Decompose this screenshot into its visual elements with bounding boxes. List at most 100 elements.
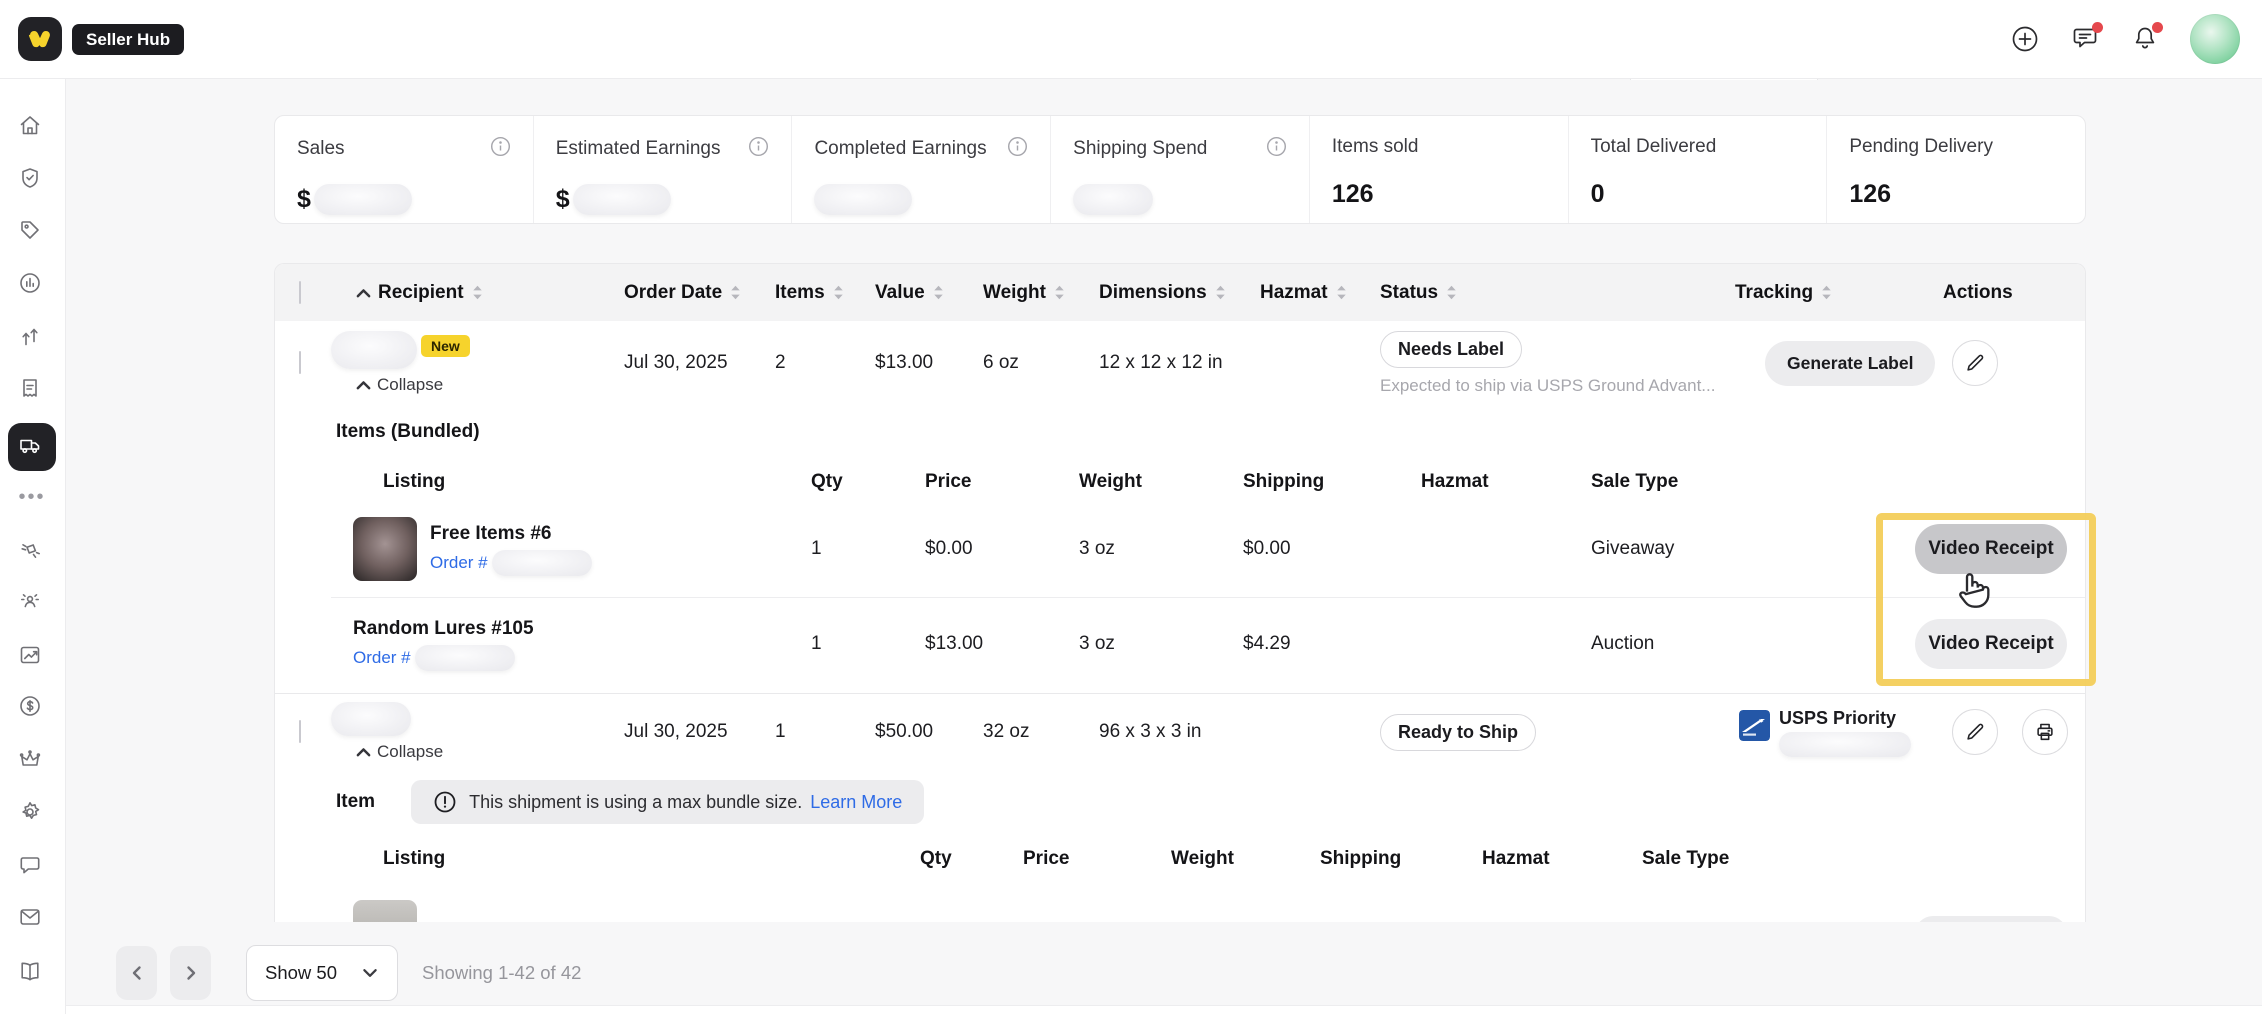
sidebar-item-trust[interactable] [18,166,46,194]
prev-page-button[interactable] [116,946,157,1000]
stat-shipping-spend: Shipping Spend [1051,116,1310,223]
col-dimensions[interactable]: Dimensions [1099,282,1207,304]
sort-icon[interactable] [471,283,484,302]
sidebar-item-boost[interactable] [18,324,46,352]
topbar-actions [2010,0,2262,78]
page-size-select[interactable]: Show 50 [246,945,398,1001]
stat-pending-delivery: Pending Delivery 126 [1827,116,2085,223]
collapse-toggle[interactable]: Collapse [331,742,624,762]
analytics-icon [18,271,46,299]
order-weight: 32 oz [983,721,1099,743]
item-sale-type: Auction [1591,633,1915,655]
pagination-bar: Show 50 Showing 1-42 of 42 [116,944,581,1002]
item-shipping: $0.00 [1243,538,1421,560]
sidebar-item-chat[interactable] [18,853,46,881]
col-sale-type: Sale Type [1642,848,1915,870]
col-tracking[interactable]: Tracking [1735,282,1813,304]
select-all-checkbox[interactable] [299,281,301,304]
generate-label-button[interactable]: Generate Label [1765,341,1935,386]
notifications-button[interactable] [2130,24,2160,54]
col-hazmat: Hazmat [1482,848,1642,870]
video-receipt-button[interactable]: Video Receipt [1915,524,2067,574]
sidebar-item-rewards[interactable] [18,747,46,775]
stat-estimated-earnings: Estimated Earnings $ [534,116,793,223]
col-recipient[interactable]: Recipient [378,282,464,304]
messages-button[interactable] [2070,24,2100,54]
sidebar-item-settings[interactable] [18,800,46,828]
recipient-redacted [331,331,417,369]
info-icon[interactable] [490,136,511,162]
sidebar-item-payments[interactable] [18,694,46,722]
pencil-icon [1964,352,1986,374]
pencil-icon [1964,721,1986,743]
sidebar-item-listings[interactable] [18,218,46,246]
col-items[interactable]: Items [775,282,825,304]
stats-summary-bar: Sales $ Estimated Earnings $ Completed E… [274,115,2086,224]
create-button[interactable] [2010,24,2040,54]
sidebar-item-mail[interactable] [18,905,46,933]
sidebar-item-home[interactable] [18,113,46,141]
order-number-link[interactable]: Order # [430,553,488,573]
profile-avatar[interactable] [2190,14,2240,64]
col-weight[interactable]: Weight [983,282,1046,304]
sort-icon[interactable] [729,283,742,302]
video-receipt-button-partial[interactable] [1915,916,2067,922]
item-qty: 1 [811,538,925,560]
row-checkbox[interactable] [299,351,301,374]
sidebar-item-packages[interactable] [18,539,46,567]
sort-icon[interactable] [1053,283,1066,302]
collapse-all-control[interactable] [356,282,371,304]
whatnot-logo[interactable] [18,17,62,61]
col-qty: Qty [920,848,1023,870]
order-items: 1 [775,721,875,743]
more-ellipsis-icon: ••• [18,486,45,508]
sidebar-item-guide[interactable] [18,959,46,987]
sidebar-item-community[interactable] [18,589,46,617]
col-value[interactable]: Value [875,282,925,304]
boost-arrows-icon [18,324,46,352]
sort-icon[interactable] [1445,283,1458,302]
sidebar-item-orders[interactable] [18,376,46,404]
sidebar-item-analytics[interactable] [18,271,46,299]
col-status[interactable]: Status [1380,282,1438,304]
package-icon [18,539,46,567]
print-button[interactable] [2022,709,2068,755]
edit-button[interactable] [1952,340,1998,386]
stat-value-prefix: $ [556,185,570,214]
stat-label: Items sold [1332,136,1419,158]
learn-more-link[interactable]: Learn More [810,792,902,813]
col-order-date[interactable]: Order Date [624,282,722,304]
stat-value: 126 [1849,180,2063,209]
col-hazmat[interactable]: Hazmat [1260,282,1328,304]
order-items: 2 [775,352,875,374]
sidebar-item-shipments[interactable] [8,423,56,471]
sort-icon[interactable] [832,283,845,302]
bundled-items-section-2: Item This shipment is using a max bundle… [275,770,2085,922]
sort-icon[interactable] [932,283,945,302]
listing-title: Free Items #6 [430,523,592,545]
stat-label: Sales [297,138,345,160]
collapse-toggle[interactable]: Collapse [331,375,624,395]
row-checkbox[interactable] [299,720,301,743]
printer-icon [2034,721,2056,743]
next-page-button[interactable] [170,946,211,1000]
info-icon[interactable] [748,136,769,162]
edit-button[interactable] [1952,709,1998,755]
col-sale-type: Sale Type [1591,471,1915,493]
plus-circle-icon [2010,24,2040,54]
video-receipt-button[interactable]: Video Receipt [1915,619,2067,669]
order-number-link[interactable]: Order # [353,648,411,668]
sort-icon[interactable] [1214,283,1227,302]
stat-value-prefix: $ [297,185,311,214]
info-icon[interactable] [1007,136,1028,162]
sidebar-item-more[interactable]: ••• [18,486,46,509]
seller-hub-screen: Seller Hub ••• [0,0,2262,1014]
guide-book-icon [18,959,46,987]
sidebar-nav: ••• [0,78,66,1014]
info-icon[interactable] [1266,136,1287,162]
order-row-2: Collapse Jul 30, 2025 1 $50.00 32 oz 96 … [275,693,2085,770]
sidebar-item-trends[interactable] [18,642,46,670]
sort-icon[interactable] [1335,283,1348,302]
bundle-header-row: Listing Qty Price Weight Shipping Hazmat… [275,467,2085,497]
sort-icon[interactable] [1820,283,1833,302]
